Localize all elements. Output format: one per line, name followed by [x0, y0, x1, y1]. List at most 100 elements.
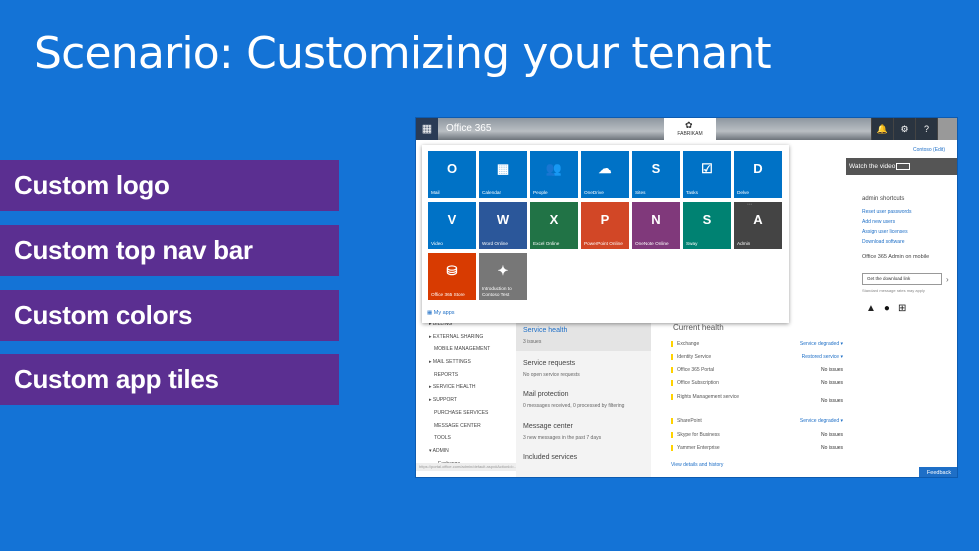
sidebar-item-message-center[interactable]: MESSAGE CENTER [416, 420, 516, 433]
health-status[interactable]: Service degraded ▾ [800, 418, 843, 424]
included-services-link[interactable]: Included services [523, 454, 577, 461]
health-service: Office Subscription [677, 380, 719, 386]
sidebar-item-mobile-management[interactable]: MOBILE MANAGEMENT [416, 343, 516, 356]
app-tile-admin[interactable]: A Admin [734, 202, 782, 249]
bell-icon[interactable]: 🔔 [871, 118, 893, 140]
app-tile-delve[interactable]: D Delve [734, 151, 782, 198]
sway-icon: S [702, 212, 712, 227]
chevron-right-icon[interactable]: › [946, 275, 949, 284]
top-nav-bar: ▦ Office 365 ✿ FABRIKAM 🔔 ⚙ ? [416, 118, 957, 140]
app-tile-sites[interactable]: S Sites [632, 151, 680, 198]
mail-protection-link[interactable]: Mail protection [523, 391, 569, 398]
app-launcher: O Mail ▦ Calendar 👥 People ☁ OneDrive S Sites… [422, 145, 789, 323]
health-status: No issues [821, 445, 843, 451]
sidebar-item-tools[interactable]: TOOLS [416, 432, 516, 445]
app-tile-calendar[interactable]: ▦ Calendar [479, 151, 527, 198]
health-row[interactable]: Exchange Service degraded ▾ [671, 341, 843, 347]
app-tile-mail[interactable]: O Mail [428, 151, 476, 198]
app-tile-sway[interactable]: S Sway [683, 202, 731, 249]
slide-title: Scenario: Customizing your tenant [34, 28, 772, 79]
service-health-sub: 3 issues [523, 339, 542, 345]
onedrive-icon: ☁ [598, 161, 612, 176]
download-link-button[interactable]: Get the download link [862, 273, 942, 285]
app-tile-label: Admin [737, 240, 751, 246]
view-details-link[interactable]: View details and history [671, 462, 723, 468]
sidebar-item-reports[interactable]: REPORTS [416, 369, 516, 382]
mail-icon: O [446, 161, 458, 176]
my-apps-link[interactable]: ▦ My apps [427, 310, 455, 316]
app-tile-custom[interactable]: ✦ Introduction to Contoso Test [479, 253, 527, 300]
app-tile-word[interactable]: W Word Online [479, 202, 527, 249]
shortcut-link[interactable]: Download software [862, 239, 905, 245]
service-requests-sub: No open service requests [523, 372, 580, 378]
app-tile-label: Tasks [686, 189, 698, 195]
sidebar-item-label: PURCHASE SERVICES [434, 409, 489, 416]
app-tile-onenote[interactable]: N OneNote Online [632, 202, 680, 249]
custom-tile-icon: ✦ [497, 263, 509, 278]
shortcut-link[interactable]: Reset user passwords [862, 209, 911, 215]
app-tile-people[interactable]: 👥 People [530, 151, 578, 198]
sidebar-item-label: MOBILE MANAGEMENT [434, 346, 491, 353]
health-service: Exchange [677, 341, 700, 347]
app-tile-label: Mail [431, 189, 440, 195]
health-row[interactable]: SharePoint Service degraded ▾ [671, 418, 843, 424]
word-icon: W [496, 212, 510, 227]
sidebar-item-label: TOOLS [434, 435, 451, 442]
health-row[interactable]: Identity Service Restored service ▾ [671, 354, 843, 360]
health-service: Identity Service [677, 354, 712, 360]
sidebar-item-admin[interactable]: ▾ ADMIN [416, 445, 516, 458]
sidebar-item-mail-settings[interactable]: ▸ MAIL SETTINGS [416, 356, 516, 369]
app-tile-label: Calendar [482, 189, 502, 195]
tenant-edit-link[interactable]: Contoso (Edit) [913, 147, 945, 153]
help-icon[interactable]: ? [915, 118, 937, 140]
my-apps-label: My apps [433, 310, 455, 316]
health-row[interactable]: Office Subscription No issues [671, 380, 843, 386]
apple-icon[interactable]: ● [884, 303, 890, 314]
sidebar-item-label: ADMIN [432, 447, 449, 454]
app-tile-onedrive[interactable]: ☁ OneDrive [581, 151, 629, 198]
calendar-icon: ▦ [496, 161, 510, 176]
message-center-link[interactable]: Message center [523, 423, 573, 430]
sidebar-item-label: REPORTS [434, 371, 459, 378]
gear-icon[interactable]: ⚙ [893, 118, 915, 140]
health-row[interactable]: Rights Management service No issues [671, 394, 843, 404]
health-status[interactable]: Service degraded ▾ [800, 341, 843, 347]
waffle-icon[interactable]: ▦ [416, 118, 438, 140]
sidebar-item-purchase-services[interactable]: PURCHASE SERVICES [416, 407, 516, 420]
sidebar-item-label: MESSAGE CENTER [434, 422, 481, 429]
app-tile-excel[interactable]: X Excel Online [530, 202, 578, 249]
health-row[interactable]: Yammer Enterprise No issues [671, 445, 843, 451]
app-tile-video[interactable]: V Video [428, 202, 476, 249]
brand-logo[interactable]: ✿ FABRIKAM [664, 118, 716, 140]
watch-video-bar[interactable]: Watch the video [846, 158, 957, 175]
health-status: No issues [821, 398, 843, 404]
feedback-button[interactable]: Feedback [919, 467, 957, 477]
app-tile-label: Sites [635, 189, 646, 195]
app-tile-store[interactable]: ⛁ Office 365 Store [428, 253, 476, 300]
windows-icon[interactable]: ⊞ [898, 303, 906, 314]
shortcut-link[interactable]: Add new users [862, 219, 895, 225]
sidebar-item-external-sharing[interactable]: ▸ EXTERNAL SHARING [416, 331, 516, 344]
android-icon[interactable]: ▲ [866, 303, 876, 314]
health-row[interactable]: Office 365 Portal No issues [671, 367, 843, 373]
service-requests-link[interactable]: Service requests [523, 360, 575, 367]
health-service: Skype for Business [677, 432, 720, 438]
sidebar-item-support[interactable]: ▸ SUPPORT [416, 394, 516, 407]
sidebar-item-label: SERVICE HEALTH [432, 384, 476, 391]
app-tile-tasks[interactable]: ☑ Tasks [683, 151, 731, 198]
watch-video-toggle[interactable] [896, 163, 910, 170]
more-options-icon[interactable]: ••• [747, 202, 752, 208]
health-status[interactable]: Restored service ▾ [802, 354, 843, 360]
health-row[interactable]: Skype for Business No issues [671, 432, 843, 438]
mobile-title: Office 365 Admin on mobile [862, 254, 930, 260]
sidebar-item-service-health[interactable]: ▸ SERVICE HEALTH [416, 381, 516, 394]
user-avatar[interactable] [937, 118, 957, 140]
service-health-link[interactable]: Service health [523, 327, 567, 334]
shortcut-link[interactable]: Assign user licenses [862, 229, 908, 235]
app-title[interactable]: Office 365 [446, 123, 491, 134]
feature-custom-top-nav-bar: Custom top nav bar [0, 225, 339, 276]
feature-custom-logo: Custom logo [0, 160, 339, 211]
current-health-title: Current health [673, 323, 724, 332]
app-tile-label: Introduction to Contoso Test [482, 286, 512, 297]
app-tile-powerpoint[interactable]: P PowerPoint Online [581, 202, 629, 249]
